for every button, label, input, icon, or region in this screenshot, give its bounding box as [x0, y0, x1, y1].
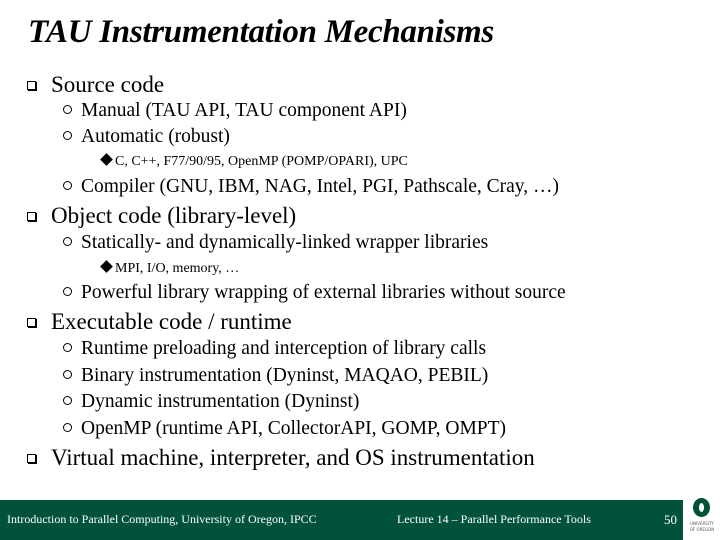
bullet-object-code: Object code (library-level) [27, 203, 296, 229]
bullet-wrapper-examples: MPI, I/O, memory, … [100, 260, 239, 277]
circle-bullet-icon [63, 287, 72, 296]
circle-bullet-icon [63, 181, 72, 190]
square-bullet-icon [27, 81, 36, 90]
bullet-binary: Binary instrumentation (Dyninst, MAQAO, … [63, 365, 488, 387]
circle-bullet-icon [63, 237, 72, 246]
bullet-manual: Manual (TAU API, TAU component API) [63, 100, 407, 122]
circle-bullet-icon [63, 396, 72, 405]
oregon-o-icon [693, 498, 710, 517]
university-of-oregon-logo: UNIVERSITY OF OREGON [683, 493, 720, 540]
bullet-wrapper-libs: Statically- and dynamically-linked wrapp… [63, 232, 488, 254]
circle-bullet-icon [63, 131, 72, 140]
logo-text: UNIVERSITY OF OREGON [689, 521, 715, 532]
diamond-bullet-icon [100, 153, 113, 166]
bullet-compiler: Compiler (GNU, IBM, NAG, Intel, PGI, Pat… [63, 176, 559, 198]
bullet-openmp: OpenMP (runtime API, CollectorAPI, GOMP,… [63, 418, 506, 440]
page-number: 50 [664, 512, 677, 527]
bullet-executable: Executable code / runtime [27, 309, 292, 335]
bullet-dynamic: Dynamic instrumentation (Dyninst) [63, 391, 359, 413]
square-bullet-icon [27, 454, 36, 463]
bullet-automatic: Automatic (robust) [63, 126, 230, 148]
bullet-virtual-machine: Virtual machine, interpreter, and OS ins… [27, 445, 535, 471]
circle-bullet-icon [63, 423, 72, 432]
bullet-preloading: Runtime preloading and interception of l… [63, 338, 486, 360]
circle-bullet-icon [63, 105, 72, 114]
bullet-powerful-wrapping: Powerful library wrapping of external li… [63, 282, 566, 304]
diamond-bullet-icon [100, 260, 113, 273]
circle-bullet-icon [63, 343, 72, 352]
bullet-languages: C, C++, F77/90/95, OpenMP (POMP/OPARI), … [100, 153, 408, 170]
square-bullet-icon [27, 318, 36, 327]
bullet-source-code: Source code [27, 72, 164, 98]
slide-footer: Introduction to Parallel Computing, Univ… [0, 500, 683, 540]
circle-bullet-icon [63, 370, 72, 379]
footer-lecture: Lecture 14 – Parallel Performance Tools [397, 512, 591, 526]
square-bullet-icon [27, 212, 36, 221]
footer-course: Introduction to Parallel Computing, Univ… [7, 512, 317, 526]
slide-title: TAU Instrumentation Mechanisms [28, 14, 494, 50]
